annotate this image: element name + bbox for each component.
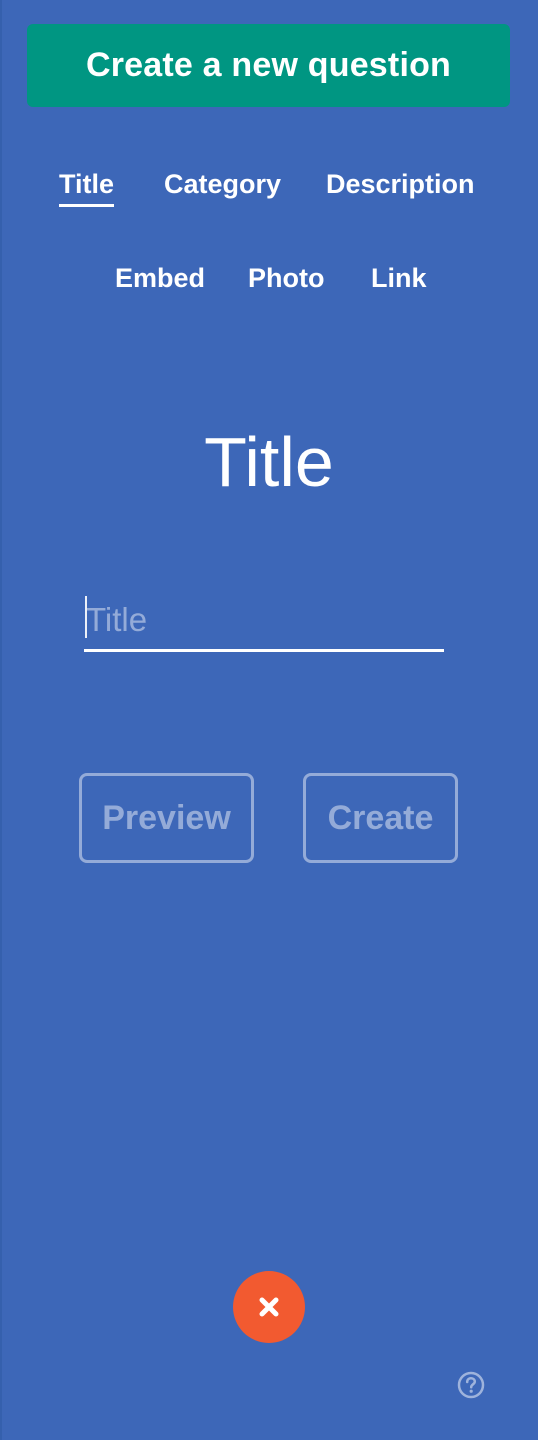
create-question-button[interactable]: Create a new question bbox=[27, 24, 510, 107]
close-button[interactable] bbox=[233, 1271, 305, 1343]
help-button[interactable] bbox=[457, 1371, 485, 1399]
help-icon bbox=[457, 1371, 485, 1399]
tab-title[interactable]: Title bbox=[59, 167, 115, 207]
tab-photo[interactable]: Photo bbox=[248, 261, 324, 295]
title-input[interactable] bbox=[84, 590, 444, 652]
tab-description[interactable]: Description bbox=[326, 167, 475, 201]
close-icon bbox=[259, 1297, 279, 1317]
panel-edge bbox=[0, 0, 2, 1440]
tab-link[interactable]: Link bbox=[371, 261, 427, 295]
create-button[interactable]: Create bbox=[303, 773, 458, 863]
preview-button[interactable]: Preview bbox=[79, 773, 254, 863]
tab-category[interactable]: Category bbox=[164, 167, 281, 201]
tab-embed[interactable]: Embed bbox=[115, 261, 205, 295]
section-heading: Title bbox=[204, 423, 334, 501]
text-caret bbox=[85, 596, 87, 638]
